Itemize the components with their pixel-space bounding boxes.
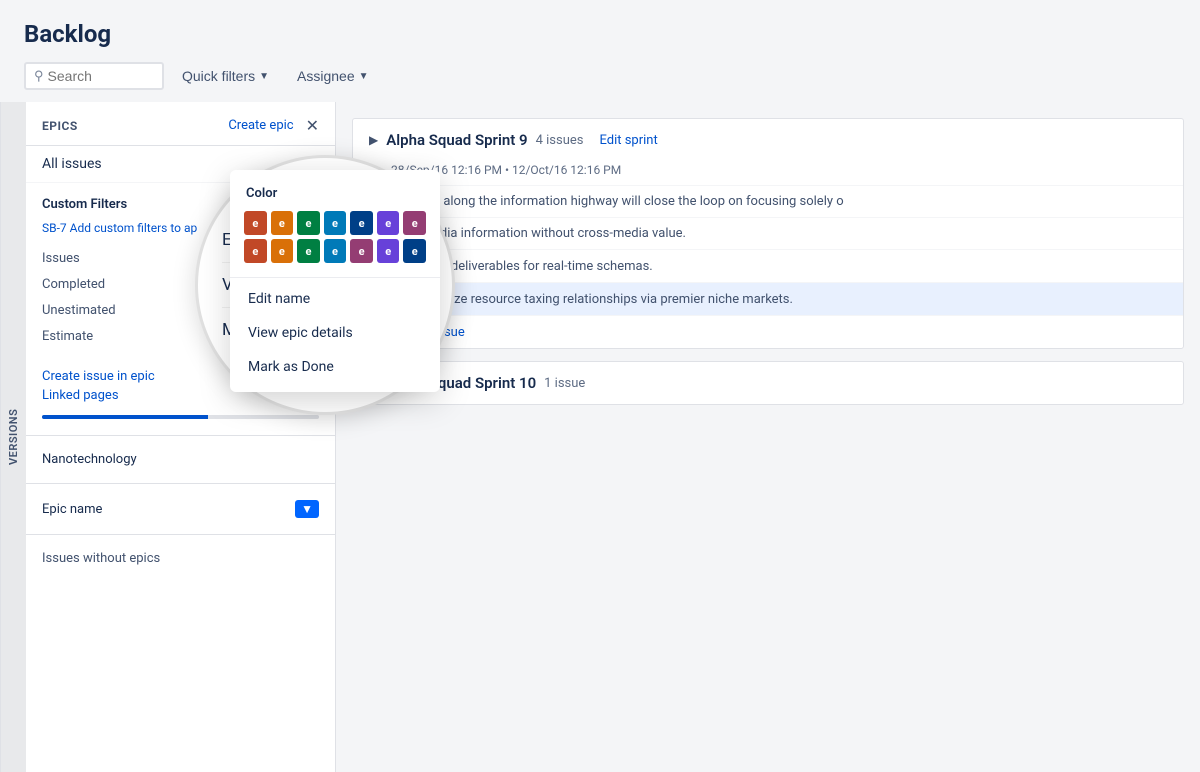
color-swatch-1-4[interactable]: e — [324, 211, 347, 235]
sidebar-header-actions: Create epic ✕ — [228, 116, 319, 135]
epic-nanotechnology-label: Nanotechnology — [42, 452, 137, 467]
color-swatch-2-3[interactable]: e — [297, 239, 320, 263]
sprint-9-name: Alpha Squad Sprint 9 — [386, 131, 527, 149]
filter-label-estimate: Estimate — [42, 329, 93, 344]
quick-filters-button[interactable]: Quick filters ▼ — [172, 62, 279, 90]
context-menu-divider-1 — [230, 277, 440, 278]
issue-text-1: y immersion along the information highwa… — [369, 194, 1167, 209]
filter-label-unestimated: Unestimated — [42, 303, 116, 318]
page-header: Backlog ⚲ Quick filters ▼ Assignee ▼ — [0, 0, 1200, 102]
issue-row-4[interactable]: ⚑ ely synergize resource taxing relation… — [353, 283, 1183, 316]
issue-text-2: sh cross-media information without cross… — [369, 226, 1167, 241]
filter-label-completed: Completed — [42, 277, 105, 292]
main-content: VERSIONS EPICS Create epic ✕ All issues … — [0, 102, 1200, 772]
context-menu-mark-as-done[interactable]: Mark as Done — [230, 350, 440, 384]
color-swatch-2-2[interactable]: e — [271, 239, 294, 263]
search-input[interactable] — [48, 68, 154, 84]
sprint-section-10: ▶ Alpha Squad Sprint 10 1 issue — [352, 361, 1184, 405]
assignee-button[interactable]: Assignee ▼ — [287, 62, 379, 90]
epic-name-label: Epic name — [42, 502, 102, 517]
assignee-label: Assignee — [297, 68, 355, 84]
color-row-2: e e e e e e e — [244, 239, 426, 263]
issue-text-3: ize timely deliverables for real-time sc… — [393, 259, 1167, 274]
epics-title: EPICS — [42, 119, 78, 133]
color-swatch-1-5[interactable]: e — [350, 211, 373, 235]
sprint-9-issues: y immersion along the information highwa… — [353, 185, 1183, 348]
issue-row-1[interactable]: y immersion along the information highwa… — [353, 186, 1183, 218]
quick-filters-label: Quick filters — [182, 68, 255, 84]
issue-row-3[interactable]: ! ize timely deliverables for real-time … — [353, 250, 1183, 283]
search-box[interactable]: ⚲ — [24, 62, 164, 90]
progress-bar-container — [26, 411, 335, 429]
epic-name-section: Epic name ▼ — [26, 490, 335, 528]
context-menu: Color e e e e e e e e e e — [230, 170, 440, 392]
sprint-section-9: ▶ Alpha Squad Sprint 9 4 issues Edit spr… — [352, 118, 1184, 349]
epic-nanotechnology[interactable]: Nanotechnology — [26, 442, 335, 477]
sprint-9-header[interactable]: ▶ Alpha Squad Sprint 9 4 issues Edit spr… — [353, 119, 1183, 161]
sidebar-divider-2 — [26, 483, 335, 484]
color-swatch-2-4[interactable]: e — [324, 239, 347, 263]
sidebar-header: EPICS Create epic ✕ — [26, 102, 335, 146]
context-menu-color-label: Color — [230, 182, 440, 211]
color-row-1: e e e e e e e — [244, 211, 426, 235]
color-swatch-1-7[interactable]: e — [403, 211, 426, 235]
sidebar-divider-1 — [26, 435, 335, 436]
sidebar-divider-3 — [26, 534, 335, 535]
versions-tab[interactable]: VERSIONS — [0, 102, 26, 772]
toolbar: ⚲ Quick filters ▼ Assignee ▼ — [24, 62, 1176, 90]
context-menu-edit-name[interactable]: Edit name — [230, 282, 440, 316]
sprint-9-count: 4 issues — [536, 133, 584, 148]
sprint-10-header[interactable]: ▶ Alpha Squad Sprint 10 1 issue — [353, 362, 1183, 404]
progress-fill — [42, 415, 208, 419]
all-issues-label: All issues — [42, 156, 102, 172]
page-title: Backlog — [24, 20, 1176, 48]
sprint-9-dates: 28/Sep/16 12:16 PM • 12/Oct/16 12:16 PM — [353, 161, 1183, 185]
create-epic-link[interactable]: Create epic — [228, 118, 293, 133]
issue-text-4: ely synergize resource taxing relationsh… — [393, 292, 1167, 307]
color-swatch-1-3[interactable]: e — [297, 211, 320, 235]
color-swatch-2-7[interactable]: e — [403, 239, 426, 263]
color-swatch-1-1[interactable]: e — [244, 211, 267, 235]
assignee-chevron-icon: ▼ — [359, 71, 369, 82]
color-swatch-1-2[interactable]: e — [271, 211, 294, 235]
search-icon: ⚲ — [34, 69, 44, 84]
progress-bar — [42, 415, 319, 419]
epic-name-dropdown-button[interactable]: ▼ — [295, 500, 319, 518]
sprint-10-count: 1 issue — [544, 376, 585, 391]
context-menu-view-epic-details[interactable]: View epic details — [230, 316, 440, 350]
right-panel: ▶ Alpha Squad Sprint 9 4 issues Edit spr… — [336, 102, 1200, 772]
close-sidebar-button[interactable]: ✕ — [306, 116, 319, 135]
color-swatch-2-1[interactable]: e — [244, 239, 267, 263]
sprint-9-edit-link[interactable]: Edit sprint — [599, 133, 657, 148]
custom-filters-title: Custom Filters — [42, 197, 127, 212]
color-swatch-2-5[interactable]: e — [350, 239, 373, 263]
page-wrapper: Backlog ⚲ Quick filters ▼ Assignee ▼ VER… — [0, 0, 1200, 772]
quick-filters-chevron-icon: ▼ — [259, 71, 269, 82]
filter-label-issues: Issues — [42, 251, 80, 266]
sprint-9-expand-icon: ▶ — [369, 133, 378, 147]
color-swatch-1-6[interactable]: e — [377, 211, 400, 235]
color-grid: e e e e e e e e e e e e e — [230, 211, 440, 273]
issues-without-epics[interactable]: Issues without epics — [26, 541, 335, 576]
create-issue-row[interactable]: + Create issue — [353, 316, 1183, 348]
color-swatch-2-6[interactable]: e — [377, 239, 400, 263]
issue-row-2[interactable]: sh cross-media information without cross… — [353, 218, 1183, 250]
